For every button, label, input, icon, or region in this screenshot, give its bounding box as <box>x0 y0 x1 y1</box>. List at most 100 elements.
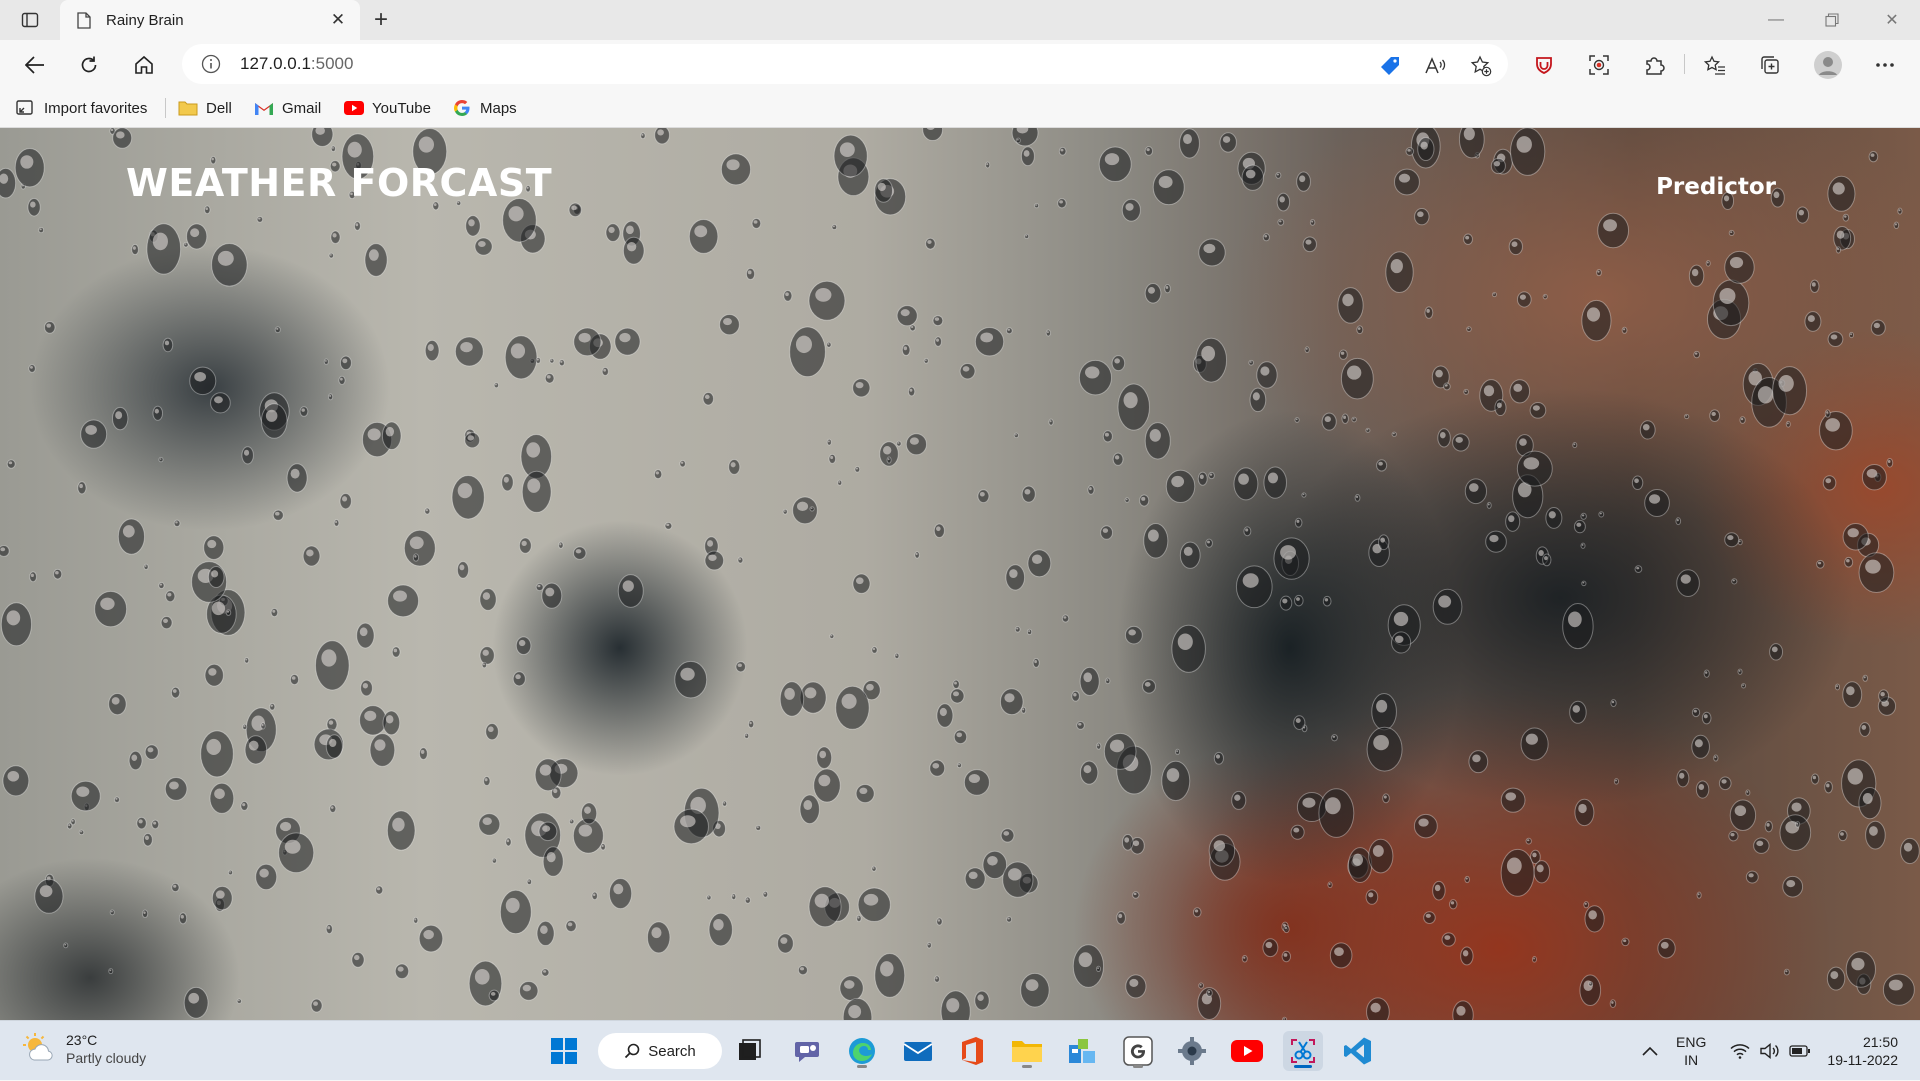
site-info-icon[interactable] <box>200 53 222 75</box>
raindrop <box>1753 837 1770 854</box>
minimize-button[interactable]: — <box>1748 0 1804 40</box>
mail-button[interactable] <box>898 1031 938 1071</box>
task-view-button[interactable] <box>730 1031 770 1071</box>
raindrop <box>1020 972 1050 1008</box>
raindrop <box>1737 668 1743 675</box>
file-explorer-button[interactable] <box>1007 1031 1047 1071</box>
store-widget-button[interactable] <box>1062 1031 1102 1071</box>
favorite-dell[interactable]: Dell <box>178 96 232 120</box>
raindrop <box>1432 588 1463 625</box>
office-button[interactable] <box>952 1031 992 1071</box>
input-language-indicator[interactable]: ENG IN <box>1676 1033 1706 1069</box>
tab-close-icon[interactable]: ✕ <box>326 8 350 32</box>
favorite-import[interactable]: Import favorites <box>16 96 147 120</box>
favorite-maps[interactable]: Maps <box>452 96 517 120</box>
favorites-button[interactable] <box>1698 48 1732 82</box>
raindrop <box>136 816 147 830</box>
raindrop <box>1144 283 1162 304</box>
raindrop <box>329 804 337 813</box>
raindrop <box>2 765 30 797</box>
teams-chat-button[interactable] <box>787 1031 827 1071</box>
address-bar[interactable]: 127.0.0.1:5000 <box>182 44 1508 84</box>
raindrop <box>1124 497 1130 503</box>
raindrop <box>1027 549 1052 578</box>
raindrop <box>974 990 990 1011</box>
restore-button[interactable] <box>1804 0 1860 40</box>
raindrop <box>464 432 481 449</box>
url-host: 127.0.0.1 <box>240 54 311 73</box>
raindrop <box>501 473 514 492</box>
raindrop <box>1371 692 1397 731</box>
raindrop <box>1824 409 1831 418</box>
raindrop <box>418 924 444 953</box>
volume-button[interactable] <box>1757 1021 1783 1081</box>
raindrop <box>1562 603 1594 650</box>
read-aloud-icon[interactable] <box>1422 53 1448 79</box>
back-button[interactable] <box>18 48 52 82</box>
screen-record-button[interactable] <box>1582 48 1616 82</box>
snipping-tool-button[interactable] <box>1283 1031 1323 1071</box>
raindrop <box>1192 907 1202 918</box>
raindrop <box>478 813 501 836</box>
add-favorite-icon[interactable] <box>1468 53 1494 79</box>
folder-icon <box>178 98 198 118</box>
raindrop <box>1293 715 1306 730</box>
raindrop <box>1368 838 1394 874</box>
chrome-app-button[interactable] <box>1118 1031 1158 1071</box>
taskbar-search-button[interactable]: Search <box>598 1033 722 1069</box>
raindrop <box>269 703 276 711</box>
battery-button[interactable] <box>1787 1021 1813 1081</box>
raindrop <box>1724 250 1755 284</box>
predictor-link[interactable]: Predictor <box>1656 174 1776 200</box>
raindrop <box>1463 388 1469 395</box>
refresh-button[interactable] <box>72 48 106 82</box>
raindrop <box>905 433 928 456</box>
close-window-button[interactable]: ✕ <box>1864 0 1920 40</box>
vscode-button[interactable] <box>1338 1031 1378 1071</box>
favorite-gmail[interactable]: Gmail <box>254 96 321 120</box>
raindrop <box>933 523 945 539</box>
raindrop <box>227 869 234 876</box>
raindrop <box>111 406 129 431</box>
raindrop <box>755 824 762 831</box>
wifi-status-button[interactable] <box>1727 1021 1753 1081</box>
raindrop <box>170 686 181 699</box>
site-brand-logo[interactable]: WEATHER FORCAST <box>126 161 552 205</box>
screen-record-icon <box>1589 55 1609 75</box>
raindrop <box>1164 284 1171 294</box>
new-tab-button[interactable]: + <box>366 6 396 34</box>
tab-actions-button[interactable] <box>14 8 46 32</box>
raindrop <box>108 968 114 975</box>
edge-taskbar-button[interactable] <box>842 1031 882 1071</box>
raindrop <box>782 508 788 515</box>
system-clock[interactable]: 21:50 19-11-2022 <box>1827 1033 1898 1069</box>
collections-button[interactable] <box>1753 48 1787 82</box>
raindrop <box>1878 689 1890 703</box>
url-text[interactable]: 127.0.0.1:5000 <box>240 54 353 74</box>
settings-more-button[interactable] <box>1868 48 1902 82</box>
weather-widget[interactable]: 23°C Partly cloudy <box>22 1031 146 1067</box>
raindrop <box>94 590 128 628</box>
raindrop <box>1610 699 1617 708</box>
raindrop <box>1573 519 1586 534</box>
raindrop <box>1262 233 1270 242</box>
start-button[interactable] <box>544 1031 584 1071</box>
show-hidden-icons-button[interactable] <box>1636 1021 1664 1081</box>
extension-shield-button[interactable] <box>1527 48 1561 82</box>
extensions-button[interactable] <box>1637 48 1671 82</box>
raindrop <box>1002 861 1034 898</box>
home-button[interactable] <box>127 48 161 82</box>
active-tab[interactable]: Rainy Brain ✕ <box>60 0 360 40</box>
raindrop <box>835 685 870 730</box>
raindrop <box>999 688 1024 716</box>
coupon-tag-icon[interactable] <box>1377 53 1403 79</box>
profile-button[interactable] <box>1811 48 1845 82</box>
raindrop <box>674 660 708 699</box>
youtube-app-button[interactable] <box>1227 1031 1267 1071</box>
windows-logo-icon <box>551 1038 577 1064</box>
settings-app-button[interactable] <box>1172 1031 1212 1071</box>
raindrop <box>808 280 846 321</box>
raindrop <box>1542 553 1552 567</box>
favorite-youtube[interactable]: YouTube <box>344 96 431 120</box>
raindrop <box>413 916 419 924</box>
